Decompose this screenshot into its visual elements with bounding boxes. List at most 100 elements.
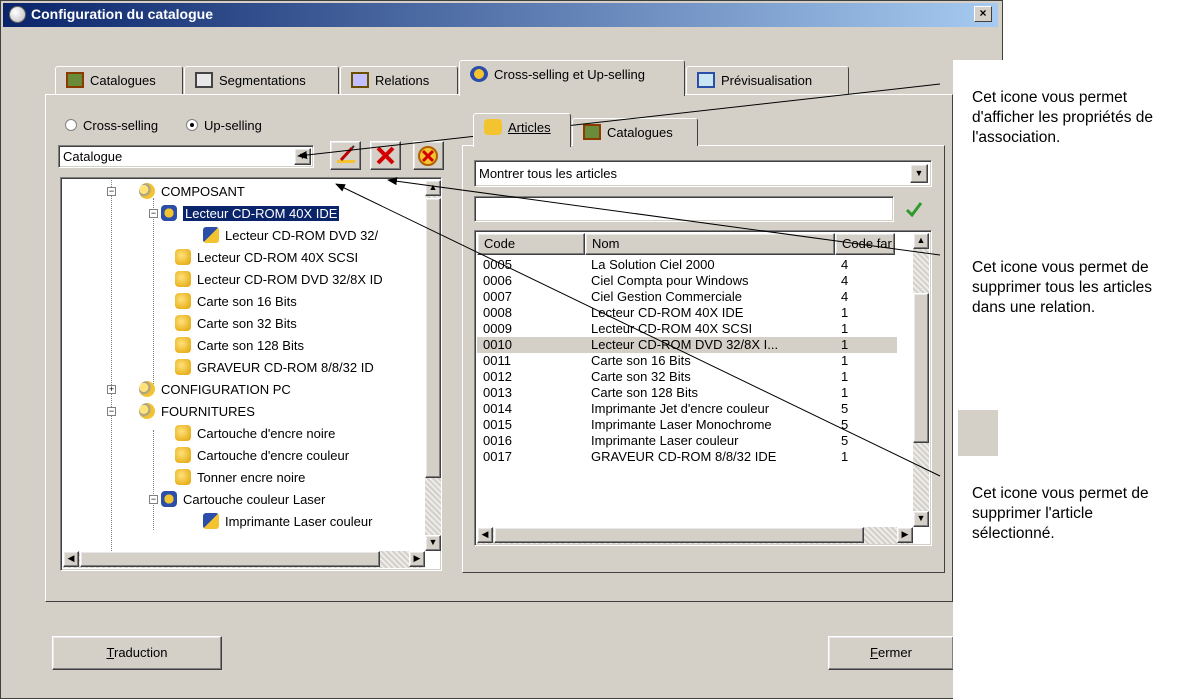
article-icon: [175, 249, 191, 265]
title-bar[interactable]: Configuration du catalogue ×: [3, 3, 998, 27]
search-input[interactable]: [474, 196, 894, 222]
subtab-articles[interactable]: Articles: [473, 113, 571, 147]
tree-item[interactable]: Cartouche couleur Laser: [161, 490, 325, 510]
cell-code: 0013: [483, 385, 512, 400]
column-header-nom[interactable]: Nom: [585, 233, 835, 255]
catalogue-select[interactable]: Catalogue ▼: [58, 145, 314, 168]
tree-item-label: Lecteur CD-ROM 40X SCSI: [197, 250, 359, 265]
chevron-down-icon[interactable]: ▼: [294, 148, 311, 165]
article-filter-select[interactable]: Montrer tous les articles ▼: [474, 160, 932, 187]
table-scrollbar-horizontal[interactable]: ◀ ▶: [477, 527, 913, 544]
scroll-thumb[interactable]: [425, 198, 441, 478]
tree-item[interactable]: Carte son 32 Bits: [175, 314, 297, 334]
linked-article-icon: [203, 513, 219, 529]
annotation-delete-all: Cet icone vous permet de supprimer tous …: [972, 259, 1153, 316]
tree-item[interactable]: Lecteur CD-ROM DVD 32/: [203, 226, 378, 246]
column-header-code[interactable]: Code: [477, 233, 585, 255]
tree-item-selected[interactable]: Lecteur CD-ROM 40X IDE: [161, 204, 341, 224]
cell-nom: Ciel Compta pour Windows: [591, 273, 749, 288]
radio-cross-selling[interactable]: Cross-selling: [65, 118, 158, 133]
tree-expander[interactable]: −: [107, 187, 116, 196]
tab-previsualisation[interactable]: Prévisualisation: [686, 66, 849, 94]
tree-item[interactable]: Cartouche d'encre couleur: [175, 446, 349, 466]
scroll-thumb[interactable]: [494, 527, 864, 543]
table-row[interactable]: 0011 Carte son 16 Bits 1: [477, 353, 897, 369]
scroll-left-icon[interactable]: ◀: [63, 551, 79, 567]
scroll-up-icon[interactable]: ▲: [425, 180, 441, 196]
tab-relations[interactable]: Relations: [340, 66, 458, 94]
tree-item-label: Carte son 128 Bits: [197, 338, 304, 353]
scroll-down-icon[interactable]: ▼: [913, 511, 929, 527]
table-row[interactable]: 0009 Lecteur CD-ROM 40X SCSI 1: [477, 321, 897, 337]
app-icon: [9, 6, 26, 23]
column-header-code-famille[interactable]: Code far: [835, 233, 895, 255]
tree-item[interactable]: Lecteur CD-ROM DVD 32/8X ID: [175, 270, 383, 290]
tree-item[interactable]: Cartouche d'encre noire: [175, 424, 335, 444]
button-accelerator: T: [106, 645, 114, 660]
tree-scrollbar-vertical[interactable]: ▲ ▼: [425, 180, 441, 551]
validate-button[interactable]: [903, 198, 925, 220]
tree-expander[interactable]: −: [149, 209, 158, 218]
scroll-thumb[interactable]: [80, 551, 380, 567]
tab-label: Catalogues: [90, 73, 156, 88]
cross-selling-icon: [161, 491, 177, 507]
tree-expander[interactable]: −: [107, 407, 116, 416]
tab-label: Segmentations: [219, 73, 306, 88]
table-row[interactable]: 0014 Imprimante Jet d'encre couleur 5: [477, 401, 897, 417]
tree-item-composant[interactable]: COMPOSANT: [139, 182, 245, 202]
fermer-button[interactable]: Fermer: [828, 636, 954, 670]
tree-item[interactable]: Carte son 16 Bits: [175, 292, 297, 312]
cell-nom: Imprimante Laser couleur: [591, 433, 739, 448]
cell-code: 0005: [483, 257, 512, 272]
radio-up-selling[interactable]: Up-selling: [186, 118, 262, 133]
tree-scrollbar-horizontal[interactable]: ◀ ▶: [63, 551, 425, 568]
tree-item-fournitures[interactable]: FOURNITURES: [139, 402, 255, 422]
tree-item-label: Lecteur CD-ROM DVD 32/: [225, 228, 379, 243]
traduction-button[interactable]: Traduction: [52, 636, 222, 670]
tree-item-configuration-pc[interactable]: CONFIGURATION PC: [139, 380, 291, 400]
properties-button[interactable]: [330, 141, 361, 170]
table-row[interactable]: 0015 Imprimante Laser Monochrome 5: [477, 417, 897, 433]
tree-item[interactable]: GRAVEUR CD-ROM 8/8/32 ID: [175, 358, 374, 378]
tree-expander[interactable]: −: [149, 495, 158, 504]
scroll-right-icon[interactable]: ▶: [897, 527, 913, 543]
delete-all-button[interactable]: [413, 141, 444, 170]
tab-cross-selling[interactable]: Cross-selling et Up-selling: [459, 60, 685, 96]
table-scrollbar-vertical[interactable]: ▲ ▼: [913, 233, 929, 527]
tab-label: Relations: [375, 73, 430, 88]
cell-nom: Carte son 128 Bits: [591, 385, 698, 400]
cell-nom: Carte son 16 Bits: [591, 353, 691, 368]
article-icon: [484, 119, 502, 135]
table-row[interactable]: 0007 Ciel Gestion Commerciale 4: [477, 289, 897, 305]
scroll-down-icon[interactable]: ▼: [425, 535, 441, 551]
table-row[interactable]: 0008 Lecteur CD-ROM 40X IDE 1: [477, 305, 897, 321]
subtab-catalogues[interactable]: Catalogues: [572, 118, 698, 146]
tree-item[interactable]: Imprimante Laser couleur: [203, 512, 372, 532]
cell-code-famille: 4: [841, 273, 849, 288]
catalog-icon: [583, 124, 601, 140]
tab-catalogues[interactable]: Catalogues: [55, 66, 183, 94]
scroll-up-icon[interactable]: ▲: [913, 233, 929, 249]
table-row[interactable]: 0005 La Solution Ciel 2000 4: [477, 257, 897, 273]
chevron-down-icon[interactable]: ▼: [910, 164, 928, 183]
table-row[interactable]: 0017 GRAVEUR CD-ROM 8/8/32 IDE 1: [477, 449, 897, 465]
tree-item[interactable]: Carte son 128 Bits: [175, 336, 304, 356]
tree-expander[interactable]: +: [107, 385, 116, 394]
tree-item[interactable]: Lecteur CD-ROM 40X SCSI: [175, 248, 358, 268]
tab-segmentations[interactable]: Segmentations: [184, 66, 339, 94]
close-button[interactable]: ×: [974, 6, 992, 22]
tree-item[interactable]: Tonner encre noire: [175, 468, 305, 488]
table-row[interactable]: 0010 Lecteur CD-ROM DVD 32/8X I... 1: [477, 337, 897, 353]
scroll-thumb[interactable]: [913, 293, 929, 443]
cell-code: 0007: [483, 289, 512, 304]
table-row[interactable]: 0006 Ciel Compta pour Windows 4: [477, 273, 897, 289]
delete-selected-button[interactable]: [370, 141, 401, 170]
table-row[interactable]: 0012 Carte son 32 Bits 1: [477, 369, 897, 385]
table-row[interactable]: 0013 Carte son 128 Bits 1: [477, 385, 897, 401]
scroll-left-icon[interactable]: ◀: [477, 527, 493, 543]
table-row[interactable]: 0016 Imprimante Laser couleur 5: [477, 433, 897, 449]
cell-code-famille: 1: [841, 385, 849, 400]
cell-code-famille: 5: [841, 417, 849, 432]
properties-icon: [337, 145, 355, 163]
scroll-right-icon[interactable]: ▶: [409, 551, 425, 567]
